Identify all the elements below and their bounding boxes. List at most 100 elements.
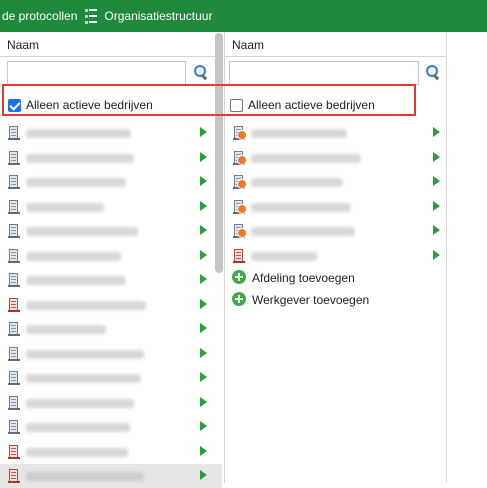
building-icon: [8, 395, 20, 410]
expand-arrow-icon[interactable]: [200, 347, 207, 358]
expand-arrow-icon[interactable]: [200, 445, 207, 456]
building-badge-icon: [233, 223, 247, 238]
company-row[interactable]: [0, 170, 222, 194]
company-name-redacted: [26, 325, 106, 334]
building-icon: [8, 125, 20, 140]
company-name-redacted: [251, 153, 361, 163]
building-icon: [8, 346, 20, 361]
company-row[interactable]: [0, 391, 222, 415]
company-row[interactable]: [225, 146, 446, 170]
building-icon: [8, 370, 20, 385]
company-row[interactable]: [0, 464, 222, 488]
filter-highlight: [2, 84, 416, 116]
company-name-redacted: [251, 129, 347, 138]
org-structure-icon: [85, 8, 99, 24]
add-employer-label: Werkgever toevoegen: [252, 293, 370, 307]
right-search-input[interactable]: [229, 61, 419, 85]
org-structure-link[interactable]: Organisatiestructuur: [104, 9, 212, 23]
expand-arrow-icon[interactable]: [433, 200, 440, 211]
building-icon: [8, 174, 20, 189]
building-badge-icon: [233, 150, 247, 165]
company-name-redacted: [26, 227, 138, 236]
expand-arrow-icon[interactable]: [200, 421, 207, 431]
expand-arrow-icon[interactable]: [200, 176, 207, 186]
company-name-redacted: [26, 447, 128, 457]
company-row[interactable]: [0, 121, 222, 145]
company-name-redacted: [26, 374, 141, 383]
left-scrollbar[interactable]: [215, 33, 223, 273]
expand-arrow-icon[interactable]: [200, 127, 207, 137]
building-red-icon: [8, 444, 20, 459]
expand-arrow-icon[interactable]: [200, 396, 207, 407]
company-row[interactable]: [0, 342, 222, 366]
company-name-redacted: [26, 349, 144, 359]
building-icon: [8, 199, 20, 214]
company-name-redacted: [26, 178, 126, 187]
expand-arrow-icon[interactable]: [200, 298, 207, 309]
expand-arrow-icon[interactable]: [200, 151, 207, 162]
expand-arrow-icon[interactable]: [200, 200, 207, 211]
company-name-redacted: [26, 300, 146, 310]
company-name-redacted: [26, 472, 144, 481]
company-name-redacted: [26, 153, 134, 163]
expand-arrow-icon[interactable]: [433, 249, 440, 260]
company-row[interactable]: [0, 268, 222, 292]
building-icon: [8, 223, 20, 238]
right-column-header[interactable]: Naam: [225, 32, 446, 57]
company-row[interactable]: [225, 244, 446, 268]
company-name-redacted: [26, 202, 104, 212]
company-row[interactable]: [225, 195, 446, 219]
expand-arrow-icon[interactable]: [200, 274, 207, 284]
left-search-input[interactable]: [7, 61, 186, 85]
left-column-header[interactable]: Naam: [0, 32, 222, 57]
expand-arrow-icon[interactable]: [433, 176, 440, 186]
company-row[interactable]: [0, 244, 222, 268]
company-row[interactable]: [0, 440, 222, 464]
company-row[interactable]: [225, 121, 446, 145]
building-icon: [8, 150, 20, 165]
building-red-icon: [233, 248, 245, 263]
expand-arrow-icon[interactable]: [200, 249, 207, 260]
building-icon: [8, 321, 20, 336]
building-badge-icon: [233, 125, 247, 140]
building-icon: [8, 419, 20, 434]
protocols-link[interactable]: de protocollen: [2, 9, 77, 23]
company-name-redacted: [26, 251, 121, 261]
company-row[interactable]: [225, 219, 446, 243]
company-row[interactable]: [225, 170, 446, 194]
expand-arrow-icon[interactable]: [433, 127, 440, 137]
building-icon: [8, 248, 20, 263]
building-red-icon: [8, 297, 20, 312]
company-name-redacted: [26, 129, 131, 138]
add-icon: [232, 292, 246, 306]
company-row[interactable]: [0, 195, 222, 219]
toolbar: de protocollen Organisatiestructuur: [0, 0, 487, 32]
company-row[interactable]: [0, 293, 222, 317]
expand-arrow-icon[interactable]: [433, 225, 440, 235]
building-icon: [8, 272, 20, 287]
expand-arrow-icon[interactable]: [200, 225, 207, 235]
building-red-icon: [8, 468, 20, 483]
company-name-redacted: [26, 276, 126, 285]
company-name-redacted: [251, 251, 317, 261]
company-row[interactable]: [0, 146, 222, 170]
search-icon[interactable]: [193, 64, 209, 81]
expand-arrow-icon[interactable]: [433, 151, 440, 162]
add-employer-button[interactable]: Werkgever toevoegen: [225, 289, 446, 311]
company-row[interactable]: [0, 415, 222, 439]
search-icon[interactable]: [425, 64, 441, 81]
expand-arrow-icon[interactable]: [200, 323, 207, 333]
add-icon: [232, 270, 246, 284]
add-department-button[interactable]: Afdeling toevoegen: [225, 267, 446, 289]
company-row[interactable]: [0, 366, 222, 390]
next-panel: [446, 32, 487, 483]
expand-arrow-icon[interactable]: [200, 372, 207, 382]
company-row[interactable]: [0, 219, 222, 243]
company-name-redacted: [251, 227, 355, 236]
building-badge-icon: [233, 174, 247, 189]
company-row[interactable]: [0, 317, 222, 341]
add-department-label: Afdeling toevoegen: [252, 271, 355, 285]
company-name-redacted: [26, 398, 134, 408]
company-name-redacted: [26, 423, 130, 432]
expand-arrow-icon[interactable]: [200, 470, 207, 480]
